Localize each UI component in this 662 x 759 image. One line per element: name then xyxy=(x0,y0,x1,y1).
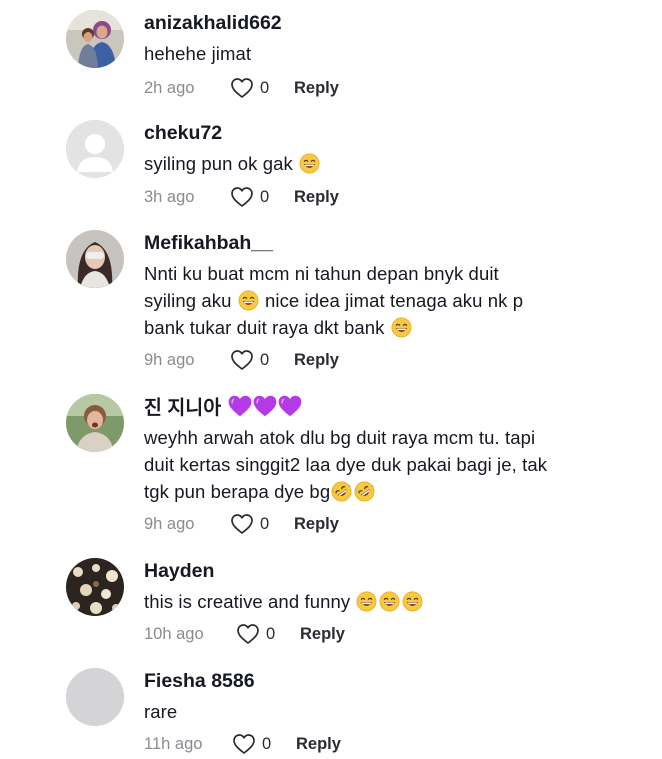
comment-username[interactable]: anizakhalid662 xyxy=(144,10,282,36)
avatar[interactable] xyxy=(66,120,124,178)
reply-button[interactable]: Reply xyxy=(300,625,345,644)
comment-username[interactable]: cheku72 xyxy=(144,120,222,146)
grinning-sweat-emoji-icon xyxy=(238,290,259,311)
comment-username[interactable]: Fiesha 8586 xyxy=(144,668,255,694)
heart-outline-icon xyxy=(230,513,254,535)
comment-text: weyhh arwah atok dlu bg duit raya mcm tu… xyxy=(144,427,548,502)
like-count: 0 xyxy=(260,187,270,206)
heart-outline-icon xyxy=(230,77,254,99)
comment-meta: 2h ago 0 Reply xyxy=(144,76,339,100)
like-count: 0 xyxy=(266,624,276,643)
avatar[interactable] xyxy=(66,230,124,288)
comment-timestamp: 10h ago xyxy=(144,624,204,643)
avatar[interactable] xyxy=(66,558,124,616)
comment-username[interactable]: Hayden xyxy=(144,558,214,584)
grinning-sweat-emoji-icon xyxy=(391,317,412,338)
reply-button[interactable]: Reply xyxy=(296,735,341,754)
comment-timestamp: 3h ago xyxy=(144,187,195,206)
grinning-sweat-emoji-icon xyxy=(356,591,377,612)
comment-timestamp: 2h ago xyxy=(144,78,195,97)
heart-outline-icon xyxy=(230,349,254,371)
like-button[interactable] xyxy=(232,733,256,755)
avatar[interactable] xyxy=(66,10,124,68)
comment-timestamp: 9h ago xyxy=(144,350,195,369)
purple-heart-emoji-icon xyxy=(227,394,253,418)
grinning-sweat-emoji-icon xyxy=(299,153,320,174)
avatar[interactable] xyxy=(66,668,124,726)
heart-outline-icon xyxy=(232,733,256,755)
comment-username[interactable]: Mefikahbah__ xyxy=(144,230,273,256)
comment-username[interactable]: 진 지니아 xyxy=(144,394,302,421)
reply-button[interactable]: Reply xyxy=(294,515,339,534)
reply-button[interactable]: Reply xyxy=(294,188,339,207)
like-button[interactable] xyxy=(230,513,254,535)
like-count: 0 xyxy=(260,514,270,533)
reply-button[interactable]: Reply xyxy=(294,79,339,98)
like-button[interactable] xyxy=(230,77,254,99)
purple-heart-emoji-icon xyxy=(277,394,303,418)
heart-outline-icon xyxy=(230,186,254,208)
comment-meta: 11h ago 0 Reply xyxy=(144,732,341,756)
comment-meta: 9h ago 0 Reply xyxy=(144,512,339,536)
like-count: 0 xyxy=(260,350,270,369)
comment-text: syiling pun ok gak xyxy=(144,150,584,177)
heart-outline-icon xyxy=(236,623,260,645)
comment-meta: 9h ago 0 Reply xyxy=(144,348,339,372)
like-button[interactable] xyxy=(236,623,260,645)
like-button[interactable] xyxy=(230,349,254,371)
like-count: 0 xyxy=(260,78,270,97)
avatar[interactable] xyxy=(66,394,124,452)
comment-text: hehehe jimat xyxy=(144,43,252,64)
rolling-laughing-emoji-icon xyxy=(331,481,352,502)
like-count: 0 xyxy=(262,734,272,753)
rolling-laughing-emoji-icon xyxy=(354,481,375,502)
grinning-sweat-emoji-icon xyxy=(402,591,423,612)
comment-text: rare xyxy=(144,701,178,722)
grinning-sweat-emoji-icon xyxy=(379,591,400,612)
reply-button[interactable]: Reply xyxy=(294,351,339,370)
comment-meta: 10h ago 0 Reply xyxy=(144,622,345,646)
comment-timestamp: 11h ago xyxy=(144,734,203,753)
comment-text: Nnti ku buat mcm ni tahun depan bnyk dui… xyxy=(144,263,524,338)
comment-meta: 3h ago 0 Reply xyxy=(144,185,339,209)
purple-heart-emoji-icon xyxy=(252,394,278,418)
like-button[interactable] xyxy=(230,186,254,208)
comment-text: this is creative and funny xyxy=(144,588,584,615)
comment-timestamp: 9h ago xyxy=(144,514,195,533)
